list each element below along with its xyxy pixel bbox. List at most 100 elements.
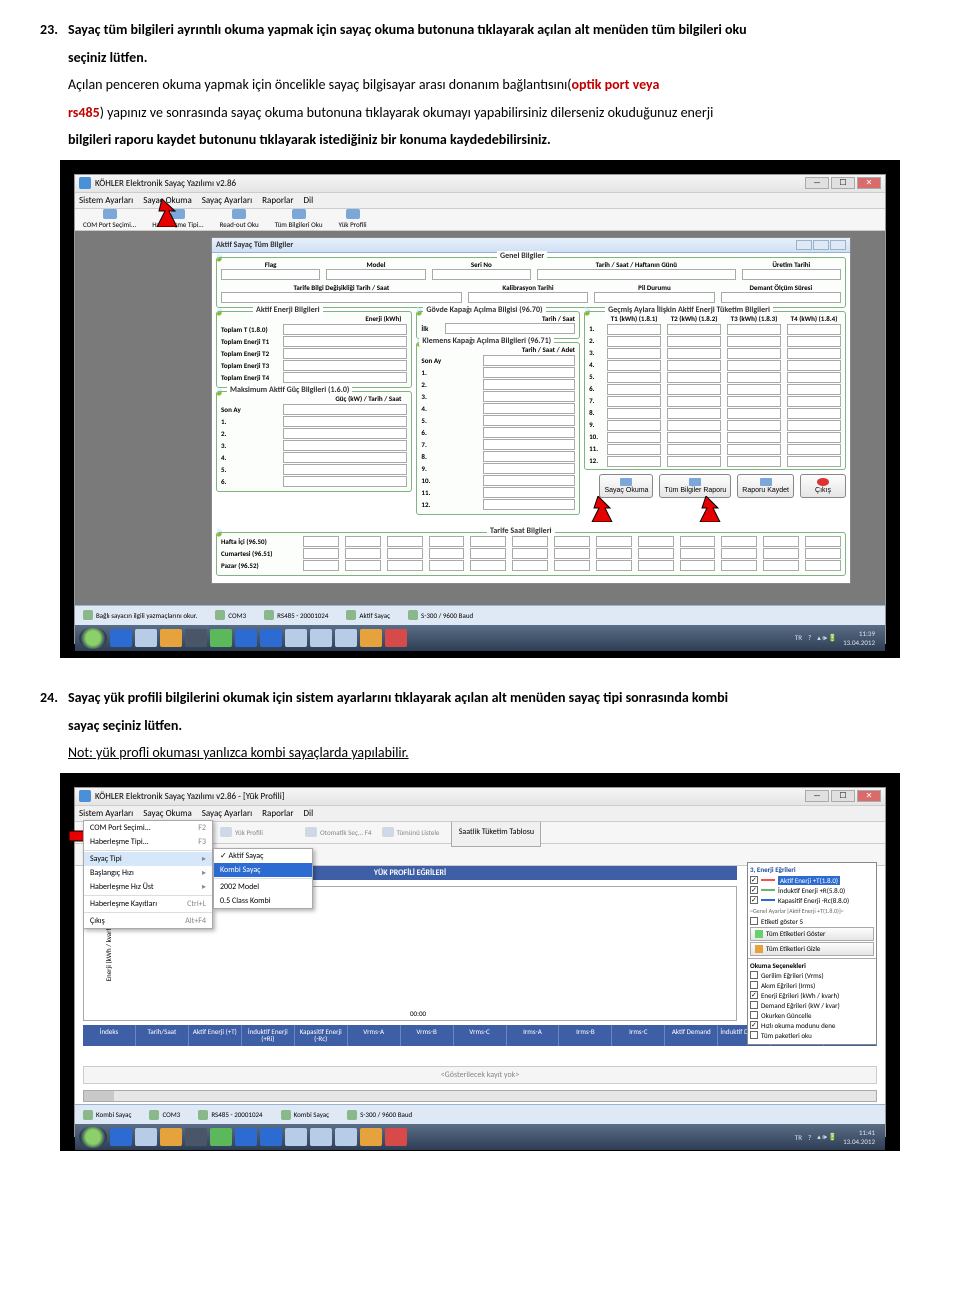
- taskbar-icon[interactable]: [360, 629, 382, 647]
- input-field[interactable]: [680, 536, 716, 547]
- field-demant[interactable]: [721, 292, 841, 303]
- input-field[interactable]: [607, 432, 661, 443]
- input-field[interactable]: [727, 432, 781, 443]
- input-field[interactable]: [283, 360, 407, 371]
- inner-min-button[interactable]: [796, 240, 812, 250]
- input-field[interactable]: [727, 456, 781, 467]
- taskbar-icon[interactable]: [285, 629, 307, 647]
- close-button[interactable]: ✕: [857, 177, 881, 189]
- input-field[interactable]: [429, 560, 465, 571]
- chk-okurken-guncelle[interactable]: [750, 1011, 758, 1019]
- input-field[interactable]: [607, 408, 661, 419]
- submenu-item[interactable]: 2002 Model: [214, 880, 312, 894]
- input-field[interactable]: [283, 440, 407, 451]
- input-field[interactable]: [512, 536, 548, 547]
- taskbar-icon[interactable]: [135, 1128, 157, 1146]
- submenu-item[interactable]: Aktif Sayaç: [214, 849, 312, 863]
- start-button-icon[interactable]: [79, 627, 107, 649]
- taskbar-icon[interactable]: [135, 629, 157, 647]
- input-field[interactable]: [470, 536, 506, 547]
- input-field[interactable]: [667, 384, 721, 395]
- input-field[interactable]: [727, 324, 781, 335]
- taskbar-icon[interactable]: [260, 1128, 282, 1146]
- input-field[interactable]: [303, 548, 339, 559]
- submenu-item[interactable]: 0.5 Class Kombi: [214, 894, 312, 908]
- input-field[interactable]: [607, 384, 661, 395]
- series-checkbox[interactable]: [750, 876, 758, 884]
- input-field[interactable]: [554, 536, 590, 547]
- tool-tumunu-listele[interactable]: Tümünü Listele: [382, 827, 440, 837]
- input-field[interactable]: [596, 536, 632, 547]
- input-field[interactable]: [805, 536, 841, 547]
- okuma-checkbox[interactable]: [750, 991, 758, 999]
- raporu-kaydet-button[interactable]: Raporu Kaydet: [737, 474, 794, 498]
- menu-sistem-ayarlari-2[interactable]: Sistem Ayarları: [79, 808, 133, 819]
- taskbar-icon[interactable]: [310, 1128, 332, 1146]
- input-field[interactable]: [638, 548, 674, 559]
- taskbar-icon[interactable]: [185, 1128, 207, 1146]
- input-field[interactable]: [680, 560, 716, 571]
- input-field[interactable]: [345, 548, 381, 559]
- input-field[interactable]: [483, 415, 575, 426]
- menu-dil-2[interactable]: Dil: [303, 808, 313, 819]
- chk-hizli-okuma[interactable]: [750, 1021, 758, 1029]
- input-field[interactable]: [638, 536, 674, 547]
- field-flag[interactable]: [221, 269, 320, 280]
- taskbar-icon[interactable]: [235, 629, 257, 647]
- tum-etiketleri-gizle-button[interactable]: Tüm Etiketleri Gizle: [750, 942, 874, 956]
- input-field[interactable]: [483, 475, 575, 486]
- input-field[interactable]: [283, 428, 407, 439]
- menu-raporlar-2[interactable]: Raporlar: [262, 808, 293, 819]
- menu-sayac-okuma-2[interactable]: Sayaç Okuma: [143, 808, 192, 819]
- input-field[interactable]: [483, 379, 575, 390]
- taskbar-icon[interactable]: [310, 629, 332, 647]
- input-field[interactable]: [787, 372, 841, 383]
- dropdown-item[interactable]: ÇıkışAlt+F4: [84, 914, 212, 928]
- field-model[interactable]: [326, 269, 425, 280]
- input-field[interactable]: [283, 324, 407, 335]
- field-pil[interactable]: [594, 292, 714, 303]
- tum-etiketleri-goster-button[interactable]: Tüm Etiketleri Göster: [750, 927, 874, 941]
- taskbar-icon[interactable]: [160, 629, 182, 647]
- input-field[interactable]: [787, 348, 841, 359]
- input-field[interactable]: [787, 396, 841, 407]
- input-field[interactable]: [667, 324, 721, 335]
- input-field[interactable]: [283, 336, 407, 347]
- help-icon[interactable]: ?: [808, 1133, 811, 1142]
- submenu-item[interactable]: Kombi Sayaç: [214, 863, 312, 877]
- input-field[interactable]: [607, 420, 661, 431]
- input-field[interactable]: [303, 560, 339, 571]
- minimize-button[interactable]: —: [805, 790, 829, 802]
- input-field[interactable]: [283, 404, 407, 415]
- field-tarih-saat[interactable]: [537, 269, 736, 280]
- series-checkbox[interactable]: [750, 896, 758, 904]
- input-field[interactable]: [727, 372, 781, 383]
- field-govde-ilk[interactable]: [445, 323, 575, 334]
- input-field[interactable]: [387, 548, 423, 559]
- input-field[interactable]: [721, 536, 757, 547]
- chk-etiketi-goster[interactable]: [750, 917, 758, 925]
- input-field[interactable]: [727, 444, 781, 455]
- input-field[interactable]: [483, 451, 575, 462]
- input-field[interactable]: [283, 464, 407, 475]
- taskbar-icon[interactable]: [335, 1128, 357, 1146]
- close-button[interactable]: ✕: [857, 790, 881, 802]
- saatlik-tuketim-button[interactable]: Saatlik Tüketim Tablosu: [451, 817, 541, 847]
- input-field[interactable]: [387, 536, 423, 547]
- input-field[interactable]: [787, 384, 841, 395]
- input-field[interactable]: [387, 560, 423, 571]
- input-field[interactable]: [470, 548, 506, 559]
- input-field[interactable]: [787, 336, 841, 347]
- input-field[interactable]: [283, 348, 407, 359]
- input-field[interactable]: [727, 396, 781, 407]
- input-field[interactable]: [607, 396, 661, 407]
- tool-yuk-profili[interactable]: Yük Profili: [339, 209, 367, 229]
- chk-tum-paketler[interactable]: [750, 1031, 758, 1039]
- input-field[interactable]: [483, 367, 575, 378]
- taskbar-icon[interactable]: [385, 1128, 407, 1146]
- dropdown-item[interactable]: Haberleşme KayıtlarıCtrl+L: [84, 897, 212, 911]
- cikis-button[interactable]: Çıkış: [800, 474, 846, 498]
- input-field[interactable]: [787, 456, 841, 467]
- input-field[interactable]: [429, 536, 465, 547]
- input-field[interactable]: [787, 408, 841, 419]
